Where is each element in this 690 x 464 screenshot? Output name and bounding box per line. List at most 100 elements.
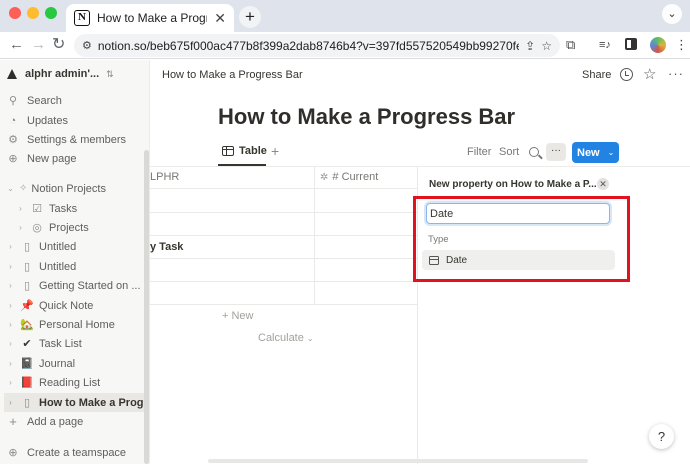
table-row-divider xyxy=(150,235,418,236)
workspace-switcher[interactable]: alphr admin'... ⇅ xyxy=(6,68,144,80)
table-icon xyxy=(222,146,234,156)
extensions-puzzle-icon[interactable]: ⧉ xyxy=(566,38,575,52)
chevron-right-icon[interactable]: › xyxy=(6,398,15,407)
updates-clock-icon[interactable] xyxy=(620,68,633,81)
chevron-right-icon[interactable]: › xyxy=(16,223,25,232)
chevron-right-icon[interactable]: › xyxy=(6,339,15,348)
sidebar-item-updates[interactable]: ◔ Updates xyxy=(6,111,144,130)
calculate-button[interactable]: Calculate ⌄ xyxy=(258,332,314,344)
sidebar-create-teamspace[interactable]: ⊕ Create a teamspace xyxy=(6,443,144,462)
sort-button[interactable]: Sort xyxy=(499,146,519,158)
search-icon: ⚲ xyxy=(8,95,18,107)
add-view-plus-icon[interactable]: + xyxy=(271,143,279,159)
breadcrumb[interactable]: How to Make a Progress Bar xyxy=(162,69,303,81)
close-icon[interactable]: ✕ xyxy=(597,178,609,190)
bookmark-star-icon[interactable]: ☆ xyxy=(541,39,552,53)
chevron-right-icon[interactable]: › xyxy=(6,359,15,368)
house-icon: 🏡 xyxy=(20,319,34,331)
sidebar-page-getting-started[interactable]: › ▯ Getting Started on ... xyxy=(6,276,144,295)
chevron-updown-icon: ⇅ xyxy=(106,68,114,79)
chevron-down-icon[interactable]: ⌄ xyxy=(608,148,615,157)
chevron-down-icon: ⌄ xyxy=(306,334,314,343)
sidebar-section-notion-projects[interactable]: ⌄ ✧ Notion Projects xyxy=(6,179,144,198)
browser-menu-icon[interactable]: ⋮ xyxy=(675,38,688,52)
page-title[interactable]: How to Make a Progress Bar xyxy=(218,104,515,130)
window-zoom-button[interactable] xyxy=(45,7,57,19)
sidebar-page-reading-list[interactable]: › 📕 Reading List xyxy=(6,373,144,392)
browser-toolbar: ← → ↻ ⚙ notion.so/beb675f000ac477b8f399a… xyxy=(0,32,690,59)
sidebar-item-new-page[interactable]: ⊕ New page xyxy=(6,149,144,168)
filter-button[interactable]: Filter xyxy=(467,146,491,158)
chevron-down-icon[interactable]: ⌄ xyxy=(6,184,15,193)
chevron-right-icon[interactable]: › xyxy=(6,301,15,310)
column-header-name[interactable]: LPHR xyxy=(150,171,179,183)
browser-tab-title: How to Make a Progress Bar xyxy=(97,11,207,25)
favorite-star-icon[interactable]: ☆ xyxy=(643,65,656,83)
sparkle-icon: ✧ xyxy=(19,183,28,194)
reload-icon[interactable]: ↻ xyxy=(52,34,65,56)
column-header-current[interactable]: ✲ # Current xyxy=(320,171,378,183)
tab-search-chevron-icon[interactable]: ⌄ xyxy=(662,4,682,24)
address-bar[interactable]: ⚙ notion.so/beb675f000ac477b8f399a2dab87… xyxy=(74,34,560,57)
table-row-divider xyxy=(150,212,418,213)
profile-avatar[interactable] xyxy=(650,37,666,53)
workspace-name: alphr admin'... xyxy=(25,68,100,80)
sidebar-item-tasks[interactable]: › ☑ Tasks xyxy=(16,199,144,218)
panel-title: New property on How to Make a P... xyxy=(429,179,597,190)
sidebar-page-task-list[interactable]: › ✔ Task List xyxy=(6,334,144,353)
search-icon[interactable] xyxy=(529,147,539,157)
tab-table-view[interactable]: Table xyxy=(222,145,267,157)
sidebar-page-untitled[interactable]: › ▯ Untitled xyxy=(6,237,144,256)
target-icon: ◎ xyxy=(32,222,42,234)
page-icon: ▯ xyxy=(23,280,31,292)
highlight-box xyxy=(413,196,630,282)
formula-sparkle-icon: ✲ xyxy=(320,171,329,183)
sidebar-page-untitled-2[interactable]: › ▯ Untitled xyxy=(6,257,144,276)
workspace-logo-icon xyxy=(6,68,18,80)
forward-arrow-icon[interactable]: → xyxy=(31,34,46,56)
new-button[interactable]: New ⌄ xyxy=(572,142,619,163)
window-close-button[interactable] xyxy=(9,7,21,19)
horizontal-scrollbar[interactable] xyxy=(208,459,588,463)
updates-icon: ◔ xyxy=(9,114,17,127)
help-button[interactable]: ? xyxy=(649,424,674,449)
checkbox-icon: ☑ xyxy=(32,203,42,215)
table-row-divider xyxy=(150,258,418,259)
sidebar-item-projects[interactable]: › ◎ Projects xyxy=(16,218,144,237)
chevron-right-icon[interactable]: › xyxy=(16,204,25,213)
media-controls-icon[interactable]: ≡♪ xyxy=(599,38,611,52)
add-row-button[interactable]: + New xyxy=(222,310,254,322)
more-options-icon[interactable]: ··· xyxy=(668,66,684,81)
share-button[interactable]: Share xyxy=(582,69,611,81)
sidebar-page-personal-home[interactable]: › 🏡 Personal Home xyxy=(6,315,144,334)
chevron-right-icon[interactable]: › xyxy=(6,262,15,271)
notion-favicon-icon: N xyxy=(74,10,90,26)
chevron-right-icon[interactable]: › xyxy=(6,378,15,387)
chevron-right-icon[interactable]: › xyxy=(6,281,15,290)
chevron-right-icon[interactable]: › xyxy=(6,320,15,329)
share-page-icon[interactable]: ⇪ xyxy=(525,39,535,53)
sidebar-add-page[interactable]: + Add a page xyxy=(6,412,144,431)
page-icon: ▯ xyxy=(23,397,31,409)
sidebar-item-search[interactable]: ⚲ Search xyxy=(6,91,144,110)
browser-tab[interactable]: N How to Make a Progress Bar ✕ xyxy=(66,4,234,32)
sidebar-page-journal[interactable]: › 📓 Journal xyxy=(6,354,144,373)
settings-icon: ⚙ xyxy=(8,134,18,146)
sidebar-page-quick-note[interactable]: › 📌 Quick Note xyxy=(6,296,144,315)
tab-close-icon[interactable]: ✕ xyxy=(214,10,226,27)
sidebar-page-how-to-make-progress-bar[interactable]: › ▯ How to Make a Prog... xyxy=(4,393,144,412)
back-arrow-icon[interactable]: ← xyxy=(9,34,24,56)
table-row-divider xyxy=(150,188,418,189)
site-info-icon[interactable]: ⚙ xyxy=(82,39,92,52)
sidebar-scrollbar[interactable] xyxy=(144,150,149,464)
new-tab-button[interactable]: + xyxy=(239,6,261,28)
table-row[interactable]: y Task xyxy=(150,241,183,253)
more-dots-icon[interactable]: ··· xyxy=(546,143,566,161)
side-panel-icon[interactable] xyxy=(625,38,637,50)
sidebar-item-settings[interactable]: ⚙ Settings & members xyxy=(6,130,144,149)
plus-icon: + xyxy=(9,414,17,429)
address-url[interactable]: notion.so/beb675f000ac477b8f399a2dab8746… xyxy=(98,39,519,53)
window-minimize-button[interactable] xyxy=(27,7,39,19)
notion-sidebar: alphr admin'... ⇅ ⚲ Search ◔ Updates ⚙ S… xyxy=(0,60,150,464)
chevron-right-icon[interactable]: › xyxy=(6,242,15,251)
